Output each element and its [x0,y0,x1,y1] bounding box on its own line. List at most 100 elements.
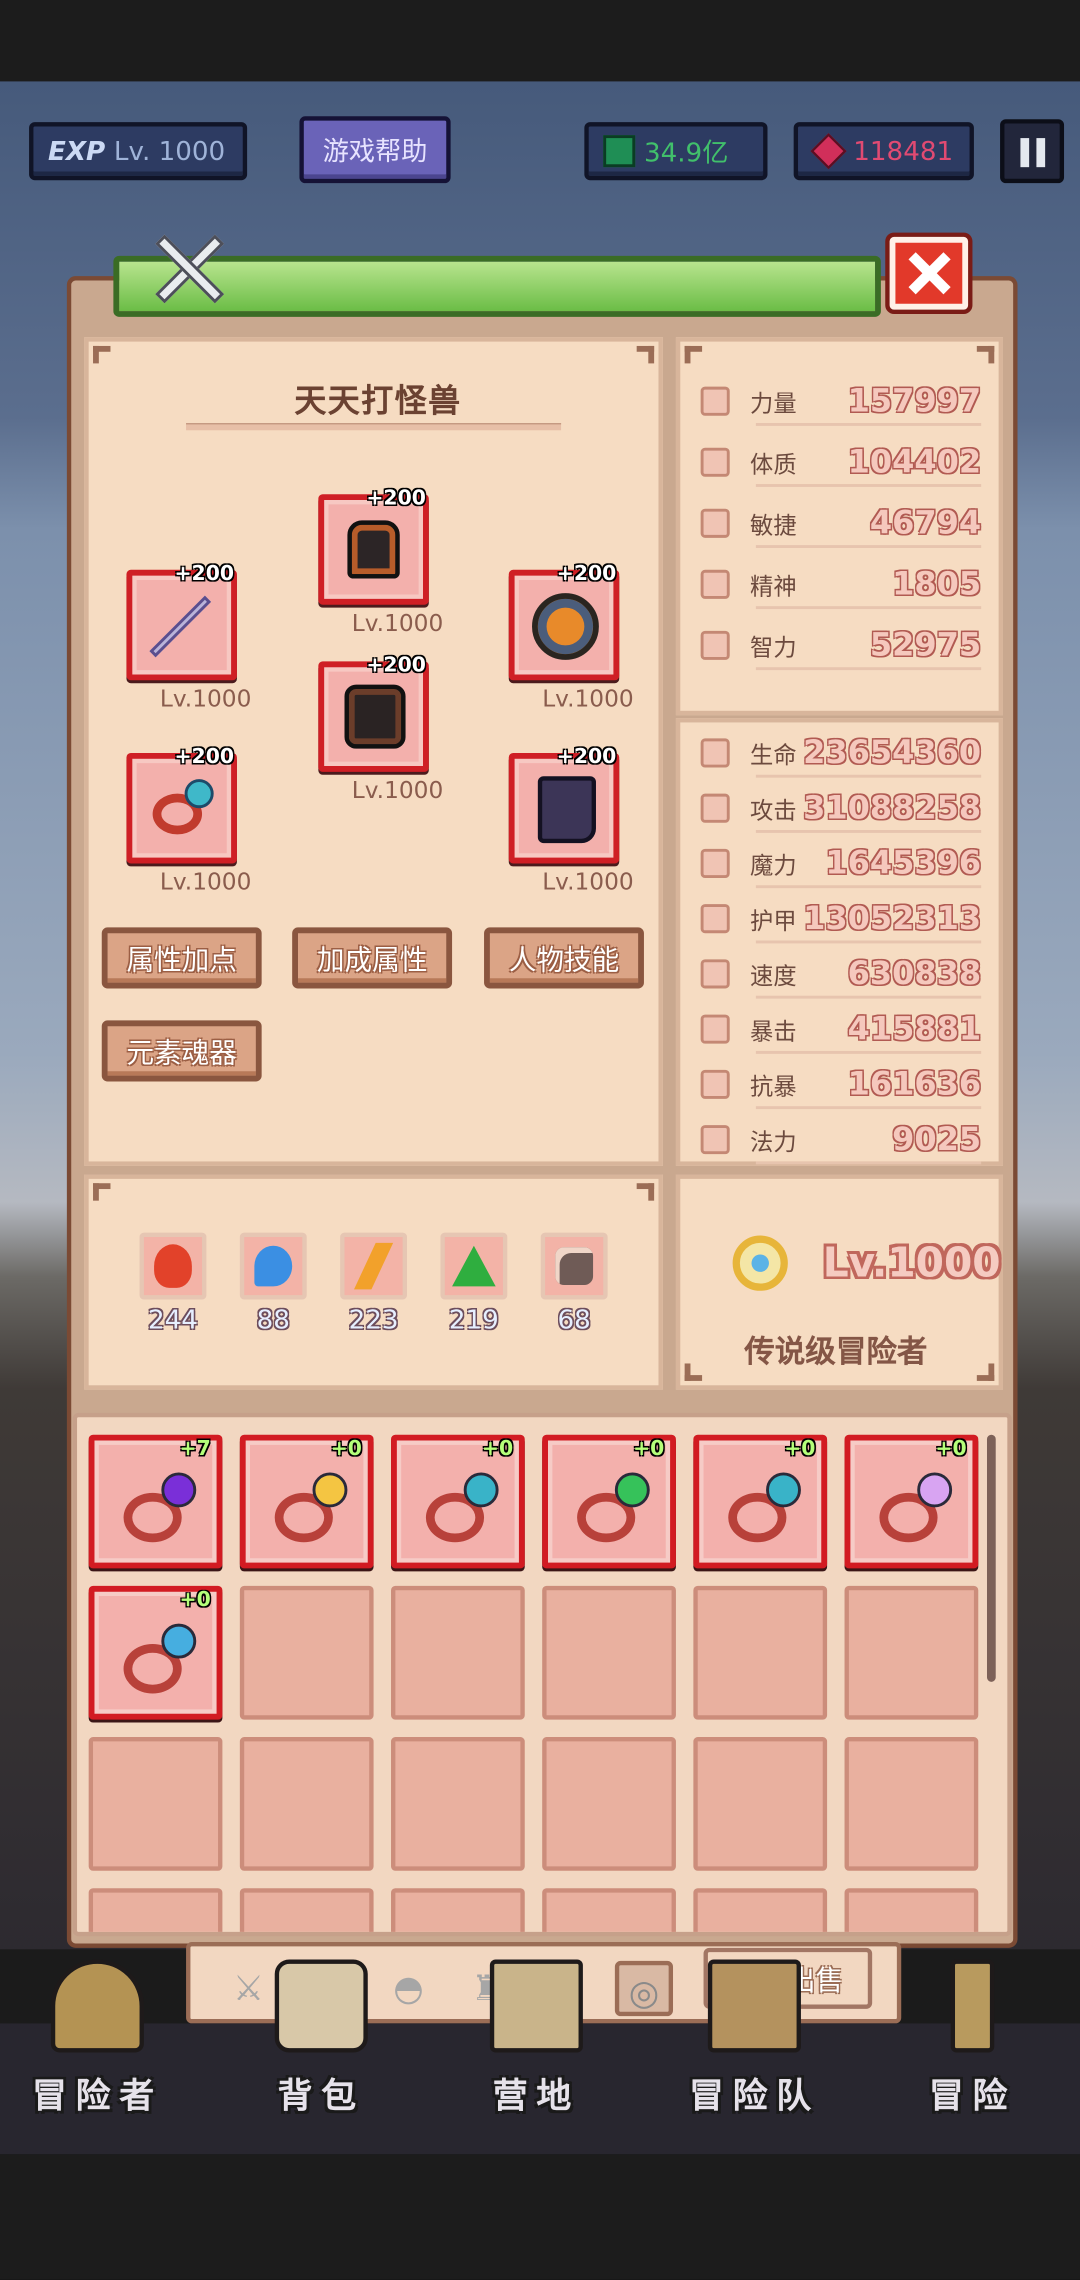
nav-label: 背包 [277,2075,365,2117]
green-gem-icon [603,135,636,168]
inventory-empty-slot[interactable] [693,1585,828,1720]
element-value: 223 [348,1305,399,1336]
stat-label: 法力 [750,1127,797,1156]
inventory-empty-slot[interactable] [239,1585,374,1720]
item-plus: +7 [179,1437,211,1461]
inventory-grid[interactable]: +7 +0 +0 +0 +0 +0 +0 [72,1412,1012,1937]
inventory-empty-slot[interactable] [542,1888,676,1932]
element-value: 219 [448,1305,499,1336]
equip-slot-weapon[interactable]: +200 [126,563,237,681]
equip-slot-helmet[interactable]: +200 [318,487,429,605]
equip-slot-armor[interactable]: +200 [508,563,620,681]
inventory-empty-slot[interactable] [391,1585,525,1720]
stat-value: 415881 [847,1010,982,1048]
crit-icon [700,1014,730,1044]
inventory-empty-slot[interactable] [542,1737,676,1871]
stat-label: 智力 [750,633,797,662]
mana-icon [700,1125,730,1155]
element-thunder[interactable]: 223 [340,1232,417,1336]
inventory-empty-slot[interactable] [542,1585,676,1720]
inventory-empty-slot[interactable] [844,1737,979,1871]
inventory-empty-slot[interactable] [88,1888,223,1932]
inventory-item[interactable]: +7 [88,1434,223,1569]
stat-strength: 力量 157997 [680,376,993,426]
red-gem-amount: 118481 [853,135,954,167]
stat-value: 104402 [847,444,982,481]
inventory-item[interactable]: +0 [693,1434,828,1569]
level-badge: EXP Lv. 1000 [29,122,248,181]
ring-tab-icon[interactable]: ◎ [614,1960,674,2017]
stat-value: 1645396 [825,845,982,882]
boot-icon [700,959,730,989]
element-water[interactable]: 88 [239,1232,317,1336]
strength-icon [700,386,730,416]
attribute-points-button[interactable]: 属性加点 [101,927,262,989]
inventory-item[interactable]: +0 [542,1434,676,1569]
inventory-empty-slot[interactable] [693,1737,828,1871]
stat-spirit: 精神 1805 [680,560,993,610]
inventory-empty-slot[interactable] [88,1737,223,1871]
equip-plus: +200 [366,486,426,511]
spirit-icon [700,569,730,599]
nav-party[interactable]: 冒险队 [674,1959,834,2117]
inventory-item[interactable]: +0 [391,1434,525,1569]
stat-armor: 护甲 13052313 [680,894,993,944]
system-navigation-bar [0,2154,1080,2280]
element-fire[interactable]: 244 [139,1232,217,1336]
nav-bag[interactable]: 背包 [241,1959,401,2117]
nav-adventure[interactable]: 冒险 [893,1959,1053,2117]
stat-value: 161636 [847,1066,982,1103]
game-help-button[interactable]: 游戏帮助 [299,116,451,184]
equip-plus: +200 [174,745,235,769]
stat-label: 敏捷 [750,511,797,540]
crossed-swords-icon [148,227,232,308]
stat-label: 攻击 [750,796,797,825]
item-plus: +0 [633,1437,665,1461]
stat-label: 精神 [750,572,797,601]
inventory-item[interactable]: +0 [88,1585,223,1720]
gem-icon [161,1472,197,1508]
sword-icon [149,595,212,658]
stat-label: 抗暴 [750,1072,797,1101]
red-gem-counter: 118481 [793,122,974,181]
inventory-scrollbar[interactable] [986,1434,996,1682]
equip-slot-boots[interactable]: +200 [508,746,620,864]
fire-icon [139,1232,207,1300]
character-skills-button[interactable]: 人物技能 [484,927,644,989]
inventory-empty-slot[interactable] [239,1737,374,1871]
nav-camp[interactable]: 营地 [456,1959,616,2117]
rank-emblem-icon [715,1215,799,1305]
element-soul-button[interactable]: 元素魂器 [101,1020,262,1082]
inventory-item[interactable]: +0 [239,1434,374,1569]
inventory-empty-slot[interactable] [844,1585,979,1720]
stat-label: 魔力 [750,851,797,880]
inventory-empty-slot[interactable] [391,1888,525,1932]
bonus-attributes-button[interactable]: 加成属性 [292,927,453,989]
inventory-empty-slot[interactable] [844,1888,979,1932]
equip-slot-accessory[interactable]: +200 [318,654,429,772]
title-divider [186,422,562,431]
gem-icon [614,1472,650,1508]
close-button[interactable] [889,236,969,310]
nav-adventurer[interactable]: 冒险者 [17,1959,177,2117]
stat-label: 生命 [750,741,797,769]
pause-button[interactable] [1000,119,1065,184]
inventory-empty-slot[interactable] [693,1888,828,1932]
chest-icon [707,1959,801,2053]
player-level: Lv. 1000 [113,135,226,167]
inventory-empty-slot[interactable] [391,1737,525,1871]
stat-crit-resist: 抗暴 161636 [680,1060,993,1110]
camp-icon [489,1959,583,2053]
inventory-empty-slot[interactable] [239,1888,374,1932]
stat-intelligence: 智力 52975 [680,621,993,671]
stat-label: 速度 [750,962,797,990]
pause-icon [1020,138,1030,168]
inventory-item[interactable]: +0 [844,1434,979,1569]
item-plus: +0 [330,1437,362,1461]
heart-icon [700,447,730,477]
element-dark[interactable]: 68 [540,1232,618,1336]
equip-slot-ring[interactable]: +200 [126,746,237,864]
element-earth[interactable]: 219 [440,1232,517,1336]
stat-label: 力量 [750,389,797,418]
stat-value: 630838 [847,955,982,993]
